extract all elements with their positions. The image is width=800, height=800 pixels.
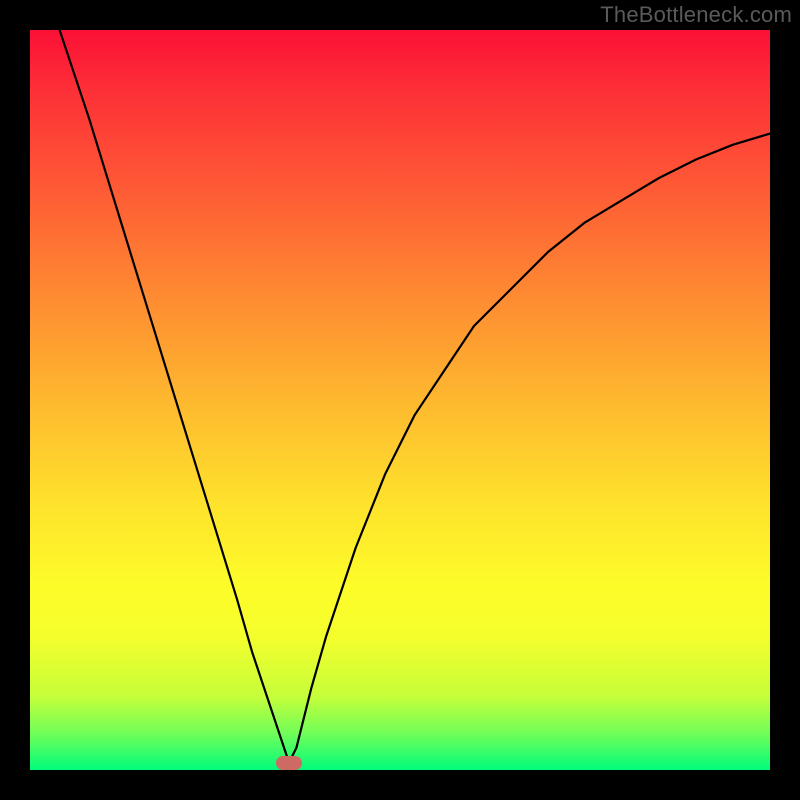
chart-frame: TheBottleneck.com	[0, 0, 800, 800]
plot-area	[30, 30, 770, 770]
watermark-text: TheBottleneck.com	[600, 2, 792, 28]
bottleneck-curve	[30, 30, 770, 770]
optimal-point-marker	[276, 756, 302, 770]
